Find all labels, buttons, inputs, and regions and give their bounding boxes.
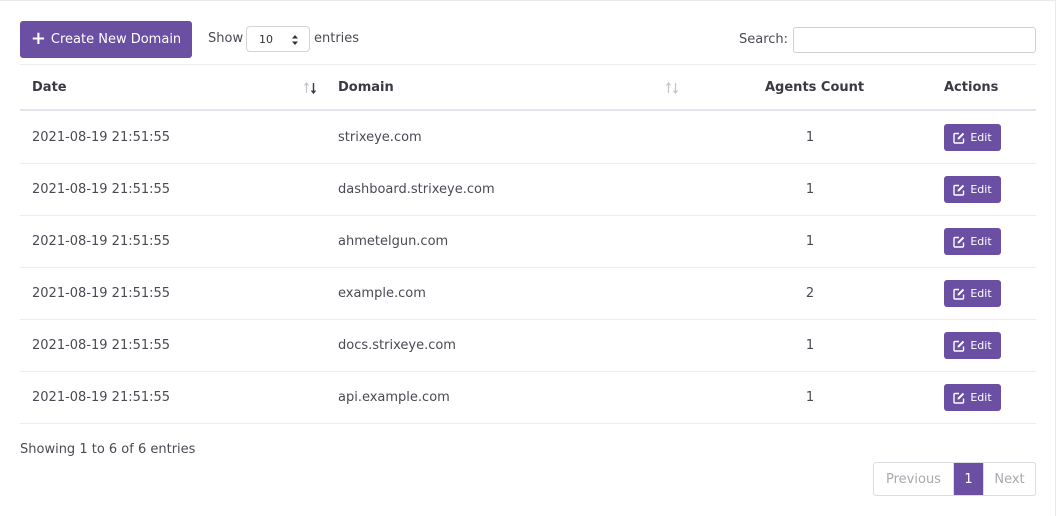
edit-button[interactable]: Edit (944, 228, 1001, 255)
agents-count-cell: 1 (805, 234, 815, 249)
table-row: 2021-08-19 21:51:55 ahmetelgun.com 1 Edit (20, 216, 1036, 268)
table-row: 2021-08-19 21:51:55 example.com 2 Edit (20, 268, 1036, 320)
column-header-date[interactable]: Date (32, 80, 67, 95)
table-info: Showing 1 to 6 of 6 entries (20, 442, 196, 457)
edit-button[interactable]: Edit (944, 384, 1001, 411)
table-row: 2021-08-19 21:51:55 docs.strixeye.com 1 Edi… (20, 320, 1036, 372)
domain-cell: ahmetelgun.com (338, 234, 449, 249)
edit-button[interactable]: Edit (944, 124, 1001, 151)
select-caret-icon (292, 35, 298, 45)
column-header-domain[interactable]: Domain (338, 80, 394, 95)
entries-label: entries (314, 31, 360, 46)
search-input[interactable] (793, 27, 1036, 53)
agents-count-cell: 1 (805, 390, 815, 405)
date-cell: 2021-08-19 21:51:55 (32, 338, 171, 353)
edit-icon (953, 184, 965, 196)
edit-icon (953, 392, 965, 404)
show-label: Show (208, 31, 244, 46)
create-new-domain-label: Create New Domain (50, 32, 182, 47)
page-length-value: 10 (259, 32, 273, 46)
agents-count-cell: 1 (805, 130, 815, 145)
edit-label: Edit (970, 287, 992, 300)
page-1-button[interactable]: 1 (954, 463, 983, 495)
date-cell: 2021-08-19 21:51:55 (32, 286, 171, 301)
sort-both-icon[interactable] (665, 82, 679, 94)
edit-icon (953, 340, 965, 352)
next-page-button[interactable]: Next (983, 463, 1035, 495)
edit-button[interactable]: Edit (944, 280, 1001, 307)
edit-button[interactable]: Edit (944, 332, 1001, 359)
domain-cell: docs.strixeye.com (338, 338, 456, 353)
create-new-domain-button[interactable]: + Create New Domain (20, 21, 192, 58)
column-header-actions: Actions (944, 80, 999, 95)
domain-cell: strixeye.com (338, 130, 422, 145)
agents-count-cell: 1 (805, 338, 815, 353)
sort-desc-icon[interactable] (303, 82, 317, 94)
edit-label: Edit (970, 131, 992, 144)
edit-icon (953, 132, 965, 144)
table-row: 2021-08-19 21:51:55 api.example.com 1 Edit (20, 372, 1036, 424)
table-header: Date Domain Agents Count Actions (20, 64, 1036, 111)
date-cell: 2021-08-19 21:51:55 (32, 130, 171, 145)
pagination: Previous 1 Next (873, 462, 1036, 496)
table-row: 2021-08-19 21:51:55 dashboard.strixeye.co… (20, 164, 1036, 216)
domain-cell: api.example.com (338, 390, 450, 405)
search-label: Search: (739, 32, 789, 47)
edit-button[interactable]: Edit (944, 176, 1001, 203)
table-row: 2021-08-19 21:51:55 strixeye.com 1 Edit (20, 112, 1036, 164)
domain-cell: example.com (338, 286, 426, 301)
domain-cell: dashboard.strixeye.com (338, 182, 495, 197)
edit-icon (953, 236, 965, 248)
previous-page-button[interactable]: Previous (874, 463, 954, 495)
edit-label: Edit (970, 183, 992, 196)
plus-icon: + (30, 27, 46, 49)
edit-icon (953, 288, 965, 300)
column-header-agents-count: Agents Count (765, 80, 865, 95)
agents-count-cell: 1 (805, 182, 815, 197)
date-cell: 2021-08-19 21:51:55 (32, 390, 171, 405)
edit-label: Edit (970, 235, 992, 248)
page-length-select[interactable]: 10 (246, 26, 310, 52)
agents-count-cell: 2 (805, 286, 815, 301)
date-cell: 2021-08-19 21:51:55 (32, 234, 171, 249)
edit-label: Edit (970, 391, 992, 404)
edit-label: Edit (970, 339, 992, 352)
date-cell: 2021-08-19 21:51:55 (32, 182, 171, 197)
